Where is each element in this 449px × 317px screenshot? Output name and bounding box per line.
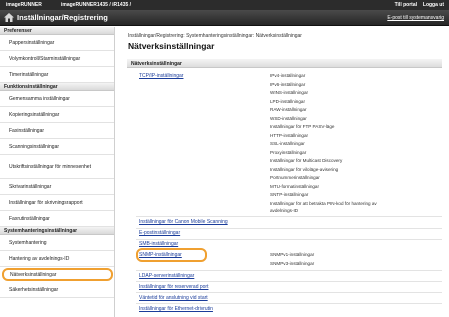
main-content: Inställningar/Registrering: Systemhanter… bbox=[115, 27, 449, 317]
tcpip-sub-lpd: LPD-inställningar bbox=[270, 98, 305, 104]
sidebar-item-system[interactable]: Systemhantering bbox=[0, 235, 114, 251]
ethernet-driver-link[interactable]: Inställningar för Ethernet-drivrutin bbox=[139, 306, 213, 312]
sidebar: Preferenser Pappersinställningar Volymko… bbox=[0, 27, 115, 317]
tcpip-sub-pin-dept-cont: avdelnings-ID bbox=[270, 208, 299, 213]
sidebar-section-preferences: Preferenser bbox=[0, 27, 114, 35]
tcpip-sub-ssl: SSL-inställningar bbox=[270, 141, 305, 146]
ldap-settings-link[interactable]: LDAP-serverinställningar bbox=[139, 273, 194, 279]
page-title: Nätverksinställningar bbox=[128, 41, 215, 51]
tcpip-sub-proxy: Proxyinställningar bbox=[270, 149, 307, 155]
separator bbox=[136, 303, 442, 304]
tcpip-sub-wsd: WSD-inställningar bbox=[270, 115, 307, 121]
snmp-sub-v3: SNMPv3-inställningar bbox=[270, 260, 315, 266]
tcpip-sub-port: Portnummerinställningar bbox=[270, 175, 320, 180]
sidebar-item-volume[interactable]: Volymkontroll/Starminställningar bbox=[0, 51, 114, 67]
tcpip-sub-http: HTTP-inställningar bbox=[270, 132, 309, 138]
sidebar-item-fax[interactable]: Faxinställningar bbox=[0, 123, 114, 139]
top-bar: imageRUNNER imageRUNNER1435 / iR1435 / T… bbox=[0, 0, 449, 10]
logout-link[interactable]: Logga ut bbox=[423, 2, 444, 8]
sidebar-section-functions: Funktionsinställningar bbox=[0, 83, 114, 91]
separator bbox=[136, 292, 442, 293]
tcpip-sub-raw: RAW-inställningar bbox=[270, 107, 307, 112]
tcpip-sub-multicast: Inställningar för Multicast Discovery bbox=[270, 158, 343, 163]
device-model: imageRUNNER1435 / iR1435 / bbox=[61, 2, 132, 8]
sidebar-item-scan[interactable]: Scanningsinställningar bbox=[0, 139, 114, 155]
separator bbox=[136, 270, 442, 271]
sidebar-item-copy[interactable]: Kopieringsinställningar bbox=[0, 107, 114, 123]
separator bbox=[136, 239, 442, 240]
portal-link[interactable]: Till portal bbox=[395, 2, 417, 8]
sidebar-item-timer[interactable]: Timerinställningar bbox=[0, 67, 114, 83]
snmp-settings-link[interactable]: SNMP-inställningar bbox=[139, 252, 182, 258]
tcpip-settings-link[interactable]: TCP/IP-inställningar bbox=[139, 73, 183, 79]
sidebar-item-common[interactable]: Gemensamma inställningar bbox=[0, 91, 114, 107]
title-bar: Inställningar/Registrering E-post till s… bbox=[0, 10, 449, 26]
tcpip-sub-pin-dept: Inställningar för att betrakta PIN-kod f… bbox=[270, 200, 377, 206]
email-admin-link[interactable]: E-post till systemansvarig bbox=[387, 15, 444, 21]
sidebar-item-report[interactable]: Inställningar för skrivningsrapport bbox=[0, 195, 114, 211]
canon-mobile-scanning-link[interactable]: Inställningar för Canon Mobile Scanning bbox=[139, 219, 228, 225]
tcpip-sub-wins: WINS-inställningar bbox=[270, 90, 309, 95]
tcpip-sub-mtu: MTU-formatinställningar bbox=[270, 183, 320, 189]
sidebar-item-dept-id[interactable]: Hantering av avdelnings-ID bbox=[0, 251, 114, 267]
snmp-sub-v1: SNMPv1-inställningar bbox=[270, 252, 315, 257]
page-header-title: Inställningar/Registrering bbox=[17, 13, 108, 22]
sidebar-item-paper[interactable]: Pappersinställningar bbox=[0, 35, 114, 51]
sidebar-section-system: Systemhanteringsinställningar bbox=[0, 227, 114, 235]
tcpip-sub-sntp: SNTP-inställningar bbox=[270, 192, 309, 197]
separator bbox=[136, 216, 442, 217]
separator bbox=[136, 281, 442, 282]
sidebar-item-printer[interactable]: Skrivarinställningar bbox=[0, 179, 114, 195]
smb-settings-link[interactable]: SMB-inställningar bbox=[139, 241, 178, 247]
home-icon[interactable] bbox=[4, 13, 14, 22]
sidebar-item-memory-print[interactable]: Utskriftsinställningar för minnesenhet bbox=[0, 155, 114, 179]
separator bbox=[136, 228, 442, 229]
sidebar-item-network[interactable]: Nätverksinställningar bbox=[2, 268, 113, 281]
startup-wait-link[interactable]: Väntetid för anslutning vid start bbox=[139, 295, 208, 301]
tcpip-sub-sleep-notify: Inställningar för viloläge-avisering bbox=[270, 166, 339, 172]
section-header: Nätverksinställningar bbox=[127, 59, 442, 68]
sidebar-item-fax-routing[interactable]: Faxrutinställningar bbox=[0, 211, 114, 227]
sidebar-item-security[interactable]: Säkerhetsinställningar bbox=[0, 282, 114, 298]
tcpip-sub-ipv6: IPv6-inställningar bbox=[270, 81, 306, 87]
tcpip-sub-ipv4: IPv4-inställningar bbox=[270, 73, 306, 78]
brand-name: imageRUNNER bbox=[6, 2, 42, 8]
breadcrumb: Inställningar/Registrering: Systemhanter… bbox=[128, 33, 302, 39]
email-settings-link[interactable]: E-postinställningar bbox=[139, 230, 180, 236]
tcpip-sub-ftp-pasv: Inställningar för FTP PASV-läge bbox=[270, 124, 335, 129]
reserved-port-link[interactable]: Inställningar för reserverad port bbox=[139, 284, 208, 290]
